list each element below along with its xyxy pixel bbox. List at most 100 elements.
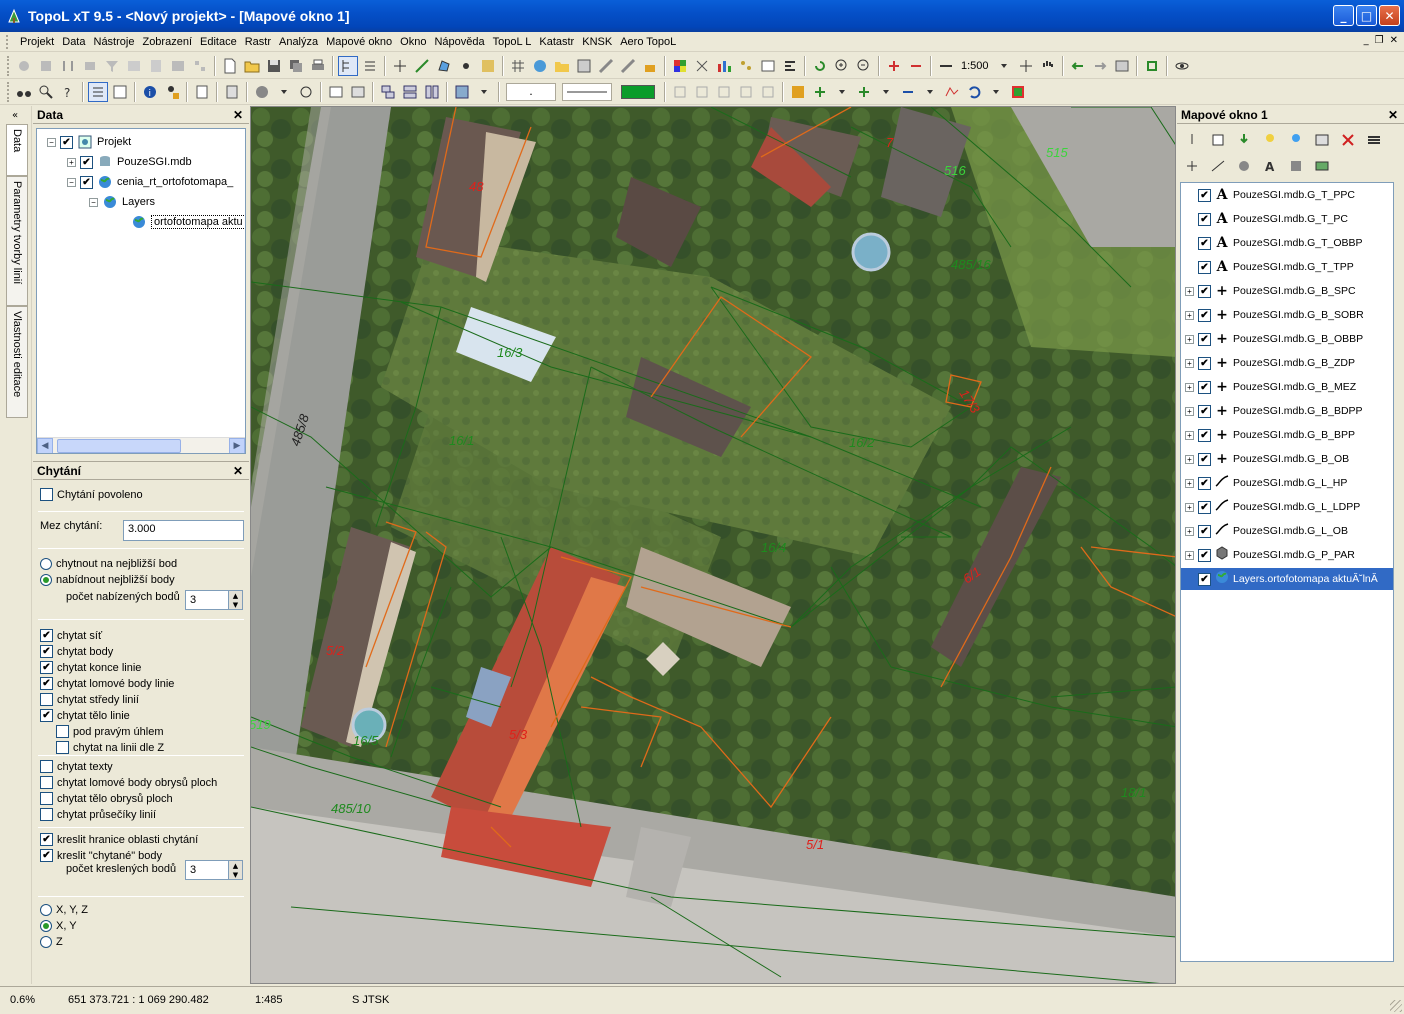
tree-node-project[interactable]: − Projekt	[47, 133, 131, 151]
orthophoto-map[interactable]: 487516515485/1616/317/316/1 16/2485/816/4…	[251, 107, 1176, 984]
tool-icon[interactable]	[36, 56, 56, 76]
zoom-window-icon[interactable]	[884, 56, 904, 76]
arrange-icon[interactable]	[452, 82, 472, 102]
folder-star-icon[interactable]	[552, 56, 572, 76]
cascade-icon[interactable]	[378, 82, 398, 102]
snap-option-checkbox[interactable]: chytat konce linie	[40, 661, 141, 674]
menu-item[interactable]: Mapové okno	[322, 36, 396, 48]
layer-expander[interactable]: +	[1185, 454, 1194, 464]
coord-mode-radio[interactable]: Z	[40, 936, 63, 948]
layer-row[interactable]: +APouzeSGI.mdb.G_T_TPP	[1181, 256, 1393, 278]
disabled-tool4-icon[interactable]	[736, 82, 756, 102]
report-icon[interactable]	[192, 82, 212, 102]
side-tab-line-params[interactable]: Parametry tvorby linií	[6, 176, 28, 306]
layer-expander[interactable]: +	[1185, 286, 1194, 296]
tree-node-cenia[interactable]: − cenia_rt_ortofotomapa_	[67, 173, 233, 191]
tree-node-ortofoto[interactable]: ortofotomapa aktu	[131, 213, 245, 231]
color-table-icon[interactable]	[670, 56, 690, 76]
line-style-box[interactable]	[562, 82, 612, 101]
view-eye-icon[interactable]	[1172, 56, 1192, 76]
measure-icon[interactable]	[596, 56, 616, 76]
window-icon[interactable]	[326, 82, 346, 102]
snap-limit-input[interactable]: 3.000	[123, 520, 244, 541]
layer-visibility-checkbox[interactable]	[1198, 548, 1211, 562]
pin-icon[interactable]	[1182, 130, 1202, 150]
layer-visibility-checkbox[interactable]	[1198, 284, 1211, 298]
user-lock-icon[interactable]	[162, 82, 182, 102]
query-help-icon[interactable]: ?	[58, 82, 78, 102]
select-tree-icon[interactable]	[338, 55, 358, 76]
minimize-button[interactable]: _	[1333, 5, 1354, 26]
menu-item[interactable]: TopoL L	[489, 36, 536, 48]
pan-hand-icon[interactable]	[1038, 56, 1058, 76]
mdi-close-button[interactable]: ✕	[1390, 35, 1398, 46]
layer-visibility-checkbox[interactable]	[1198, 524, 1211, 538]
undo-dropdown-icon[interactable]	[986, 82, 1006, 102]
layer-visibility-checkbox[interactable]	[1198, 380, 1211, 394]
sort-icon[interactable]	[58, 56, 78, 76]
layer-row[interactable]: ++PouzeSGI.mdb.G_B_OB	[1181, 448, 1393, 470]
menu-item[interactable]: Nápověda	[430, 36, 488, 48]
layer-row[interactable]: +APouzeSGI.mdb.G_T_PPC	[1181, 184, 1393, 206]
zoom-out-icon[interactable]	[854, 56, 874, 76]
bulb-icon[interactable]	[1260, 130, 1280, 150]
layer-hscrollbar[interactable]: ◀ ▶	[1181, 961, 1393, 962]
scroll-left-icon[interactable]: ◀	[37, 437, 53, 453]
dmt-icon[interactable]	[942, 82, 962, 102]
radio-nearest[interactable]: chytnout na nejbližší bod	[40, 558, 177, 570]
connect-db-icon[interactable]	[14, 56, 34, 76]
select-layer-icon[interactable]	[252, 82, 272, 102]
offer-count-stepper[interactable]: 3 ▲ ▼	[185, 590, 243, 610]
spin-down-icon[interactable]: ▼	[229, 870, 242, 879]
align-icon[interactable]	[780, 56, 800, 76]
polygon-edit-icon[interactable]	[434, 56, 454, 76]
layer-row[interactable]: ++PouzeSGI.mdb.G_B_ZDP	[1181, 352, 1393, 374]
properties-icon[interactable]	[1312, 130, 1332, 150]
menu-item[interactable]: Nástroje	[90, 36, 139, 48]
layer-visibility-checkbox[interactable]	[1198, 236, 1211, 250]
layer-row[interactable]: +PouzeSGI.mdb.G_P_PAR	[1181, 544, 1393, 566]
new-text-layer-icon[interactable]: A	[1260, 156, 1280, 176]
tree-expander[interactable]: −	[89, 197, 98, 207]
menu-item[interactable]: Analýza	[275, 36, 322, 48]
coord-mode-radio[interactable]: X, Y, Z	[40, 904, 88, 916]
point-edit-icon[interactable]	[390, 56, 410, 76]
snap-option-checkbox[interactable]: pod pravým úhlem	[56, 725, 164, 738]
layer-visibility-checkbox[interactable]	[1198, 500, 1211, 514]
legend-icon[interactable]	[1008, 82, 1028, 102]
layer-expander[interactable]: +	[1185, 526, 1194, 536]
add-layer-icon[interactable]	[1208, 130, 1228, 150]
scale-combo[interactable]: 1:500	[957, 60, 993, 72]
spin-up-icon[interactable]: ▲	[229, 591, 242, 600]
point-style-box[interactable]: .	[506, 82, 556, 101]
snap-option-checkbox[interactable]: chytat texty	[40, 760, 113, 773]
draw-count-stepper[interactable]: 3 ▲ ▼	[185, 860, 243, 880]
layer-visibility-checkbox[interactable]	[1198, 260, 1211, 274]
checklist-icon[interactable]	[88, 81, 108, 102]
disabled-tool3-icon[interactable]	[714, 82, 734, 102]
layer-visibility-checkbox[interactable]	[1198, 476, 1211, 490]
layer-expander[interactable]: +	[1185, 406, 1194, 416]
layers-stack-icon[interactable]	[286, 56, 306, 76]
scale-dropdown-icon[interactable]	[994, 56, 1014, 76]
layer-expander[interactable]: +	[1185, 478, 1194, 488]
mdi-restore-button[interactable]: ❐	[1375, 35, 1384, 46]
snap-option-checkbox[interactable]: chytat tělo linie	[40, 709, 130, 722]
side-tab-data[interactable]: Data	[6, 124, 28, 176]
layer-visibility-checkbox[interactable]	[1198, 428, 1211, 442]
new-raster-layer-icon[interactable]	[1286, 156, 1306, 176]
print-icon[interactable]	[308, 56, 328, 76]
window2-icon[interactable]	[348, 82, 368, 102]
line-edit-icon[interactable]	[412, 56, 432, 76]
spin-up-icon[interactable]: ▲	[229, 861, 242, 870]
new-file-icon[interactable]	[220, 56, 240, 76]
snap-option-checkbox[interactable]: chytat síť	[40, 629, 102, 642]
layer-row[interactable]: +PouzeSGI.mdb.G_L_OB	[1181, 520, 1393, 542]
snap-option-checkbox[interactable]: chytat na linii dle Z	[56, 741, 164, 754]
tile-v-icon[interactable]	[422, 82, 442, 102]
layer-visibility-checkbox[interactable]	[1198, 572, 1211, 586]
center-icon[interactable]	[1016, 56, 1036, 76]
map-layer-add-icon[interactable]	[788, 82, 808, 102]
undo-icon[interactable]	[964, 82, 984, 102]
layer-expander[interactable]: +	[1185, 502, 1194, 512]
